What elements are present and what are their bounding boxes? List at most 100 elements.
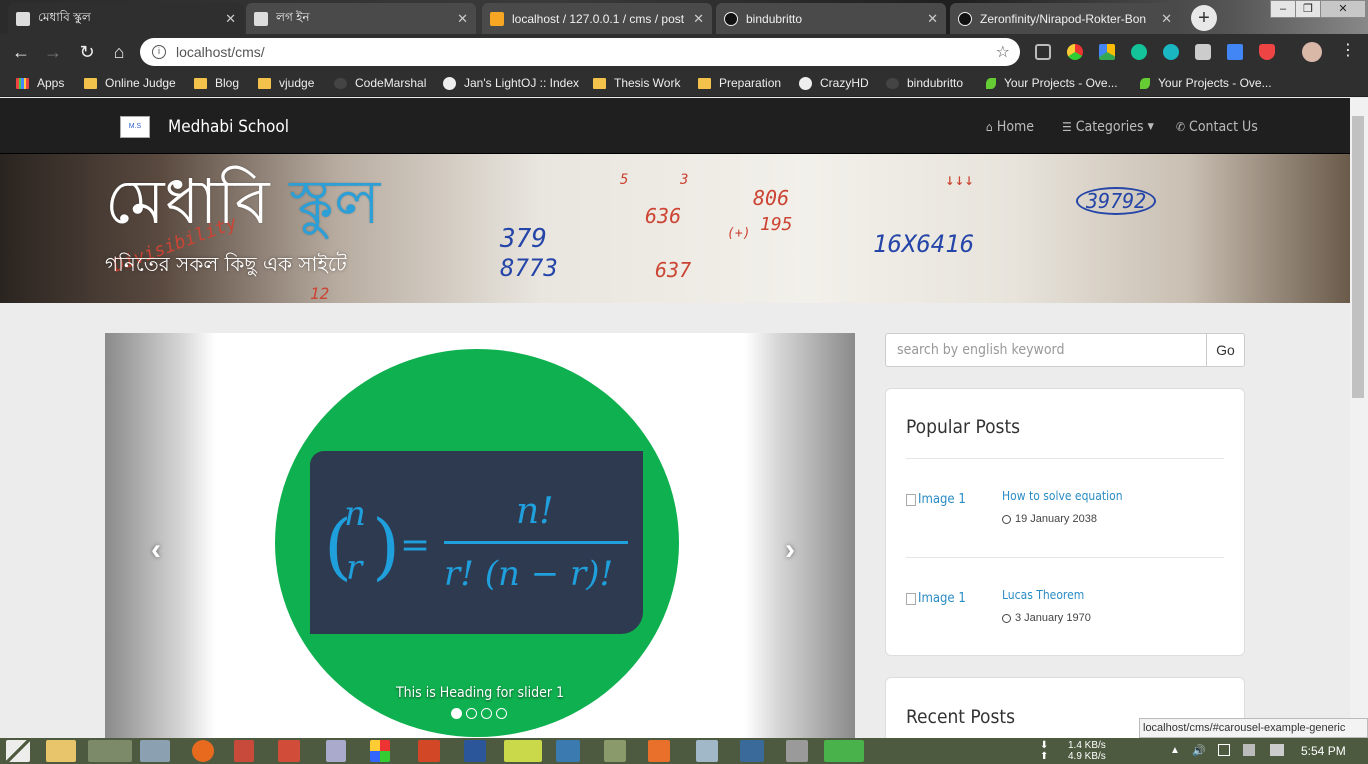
grammarly-icon[interactable] (1131, 44, 1147, 60)
post-title-link[interactable]: How to solve equation (1002, 489, 1123, 503)
drive-icon[interactable] (1099, 44, 1115, 60)
close-icon[interactable]: ✕ (927, 11, 938, 27)
bookmark-star-icon[interactable]: ☆ (996, 42, 1010, 62)
keyboard-layout-icon[interactable] (1270, 744, 1284, 756)
bookmark-preparation[interactable]: Preparation (698, 76, 781, 90)
bookmark-thesis[interactable]: Thesis Work (593, 76, 680, 90)
scribble: 39792 (1076, 187, 1157, 215)
site-navbar: M.S Medhabi School ⌂ Home ☰ Categories ▼ ✆ C… (0, 98, 1350, 154)
calculator-icon[interactable] (326, 740, 346, 762)
carousel-right-shade[interactable] (745, 333, 855, 738)
bookmark-online-judge[interactable]: Online Judge (84, 76, 176, 90)
powerpoint-icon[interactable] (418, 740, 440, 762)
taskbar-clock[interactable]: 5:54 PM (1301, 744, 1346, 758)
tab-phpmyadmin[interactable]: localhost / 127.0.0.1 / cms / post ✕ (482, 3, 712, 34)
close-icon[interactable]: ✕ (225, 11, 236, 27)
post-thumbnail[interactable]: Image 1 (906, 492, 966, 507)
bookmark-projects-1[interactable]: Your Projects - Ove... (986, 76, 1118, 90)
tab-nirapod[interactable]: Zeronfinity/Nirapod-Rokter-Bon ✕ (950, 3, 1180, 34)
nav-categories[interactable]: ☰ Categories ▼ (1062, 119, 1154, 135)
address-bar[interactable]: i localhost/cms/ ☆ (140, 38, 1020, 66)
firefox-icon[interactable] (192, 740, 214, 762)
file-explorer-icon[interactable] (46, 740, 76, 762)
brand-name[interactable]: Medhabi School (168, 117, 289, 137)
menu-kebab-icon[interactable]: ⋮ (1340, 40, 1356, 59)
close-icon[interactable]: ✕ (457, 11, 468, 27)
scrollbar-thumb[interactable] (1352, 116, 1364, 398)
reload-icon[interactable]: ↻ (72, 34, 102, 70)
bookmark-vjudge[interactable]: vjudge (258, 76, 314, 90)
carousel-prev-icon[interactable]: ‹ (151, 533, 161, 567)
search-go-button[interactable]: Go (1206, 333, 1245, 367)
tray-app-icon[interactable] (1243, 744, 1255, 756)
post-title-link[interactable]: Lucas Theorem (1002, 588, 1084, 602)
carousel-next-icon[interactable]: › (785, 533, 795, 567)
bookmark-label: CodeMarshal (355, 76, 427, 90)
tab-login[interactable]: লগ ইন ✕ (246, 3, 476, 34)
taskbar-app-icon[interactable] (140, 740, 170, 762)
tab-medhabi[interactable]: মেধাবি স্কুল ✕ (8, 3, 244, 34)
bookmark-codemarshal[interactable]: CodeMarshal (334, 76, 426, 90)
bookmark-lightoj[interactable]: Jan's LightOJ :: Index (443, 76, 579, 90)
start-windows-icon[interactable] (6, 740, 30, 762)
volume-icon[interactable]: 🔊 (1192, 744, 1206, 757)
search-input[interactable]: search by english keyword (885, 333, 1207, 367)
folder-icon (84, 77, 97, 89)
close-icon[interactable]: ✕ (1161, 11, 1172, 27)
extension-m-icon[interactable] (1163, 44, 1179, 60)
new-tab-button[interactable]: + (1191, 5, 1217, 31)
indicator-dot[interactable] (451, 708, 462, 719)
profile-avatar[interactable] (1302, 42, 1322, 62)
taskbar-app-icon[interactable] (370, 740, 390, 762)
shield-icon[interactable] (1259, 44, 1275, 60)
scribble: 8773 (500, 254, 558, 282)
bookmark-label: bindubritto (907, 76, 964, 90)
caret-down-icon: ▼ (1147, 122, 1154, 132)
taskbar-app-icon[interactable] (824, 740, 864, 762)
close-icon[interactable]: ✕ (693, 11, 704, 27)
window-close-button[interactable]: ✕ (1320, 0, 1366, 18)
taskbar-app-icon[interactable] (740, 740, 764, 762)
tab-bindubritto[interactable]: bindubritto ✕ (716, 3, 946, 34)
taskbar-app-icon[interactable] (234, 740, 254, 762)
media-player-icon[interactable] (504, 740, 542, 762)
taskbar-app-icon[interactable] (278, 740, 300, 762)
xampp-icon[interactable] (648, 740, 670, 762)
nav-home[interactable]: ⌂ Home (986, 119, 1034, 135)
notepad-icon[interactable] (696, 740, 718, 762)
tray-chevron-icon[interactable]: ▲ (1170, 745, 1180, 756)
bookmark-label: Blog (215, 76, 240, 90)
taskbar-app-icon[interactable] (604, 740, 626, 762)
image-carousel[interactable]: ( n r ) = n! r! (n − r)! ‹ › This is Hea… (105, 333, 855, 738)
brand-logo[interactable]: M.S (120, 116, 150, 138)
bookmark-apps[interactable]: Apps (16, 76, 64, 90)
bookmark-blog[interactable]: Blog (194, 76, 239, 90)
minimize-button[interactable]: – (1270, 0, 1296, 18)
maximize-button[interactable]: ❐ (1295, 0, 1321, 18)
post-date: 3 January 1970 (1002, 612, 1091, 624)
chrome-taskbar-icon[interactable] (88, 740, 132, 762)
pocket-icon[interactable] (1035, 44, 1051, 60)
indicator-dot[interactable] (496, 708, 507, 719)
forward-arrow-icon[interactable]: → (38, 34, 68, 70)
bookmark-bindubritto[interactable]: bindubritto (886, 76, 963, 90)
taskbar-app-icon[interactable] (786, 740, 808, 762)
chrome-extension-icon[interactable] (1067, 44, 1083, 60)
indicator-dot[interactable] (466, 708, 477, 719)
back-arrow-icon[interactable]: ← (6, 34, 36, 70)
bookmark-projects-2[interactable]: Your Projects - Ove... (1140, 76, 1272, 90)
clock-icon (1002, 613, 1011, 623)
home-icon[interactable]: ⌂ (104, 34, 134, 70)
indicator-dot[interactable] (481, 708, 492, 719)
network-icon[interactable] (1218, 744, 1230, 756)
keyboard-icon[interactable] (556, 740, 580, 762)
word-icon[interactable] (464, 740, 486, 762)
camera-icon[interactable] (1195, 44, 1211, 60)
info-icon[interactable]: i (152, 45, 166, 59)
post-date-text: 3 January 1970 (1015, 612, 1091, 624)
page-favicon-icon (254, 11, 268, 26)
nav-contact[interactable]: ✆ Contact Us (1176, 119, 1258, 135)
bookmark-crazyhd[interactable]: CrazyHD (799, 76, 869, 90)
post-thumbnail[interactable]: Image 1 (906, 591, 966, 606)
translate-icon[interactable] (1227, 44, 1243, 60)
